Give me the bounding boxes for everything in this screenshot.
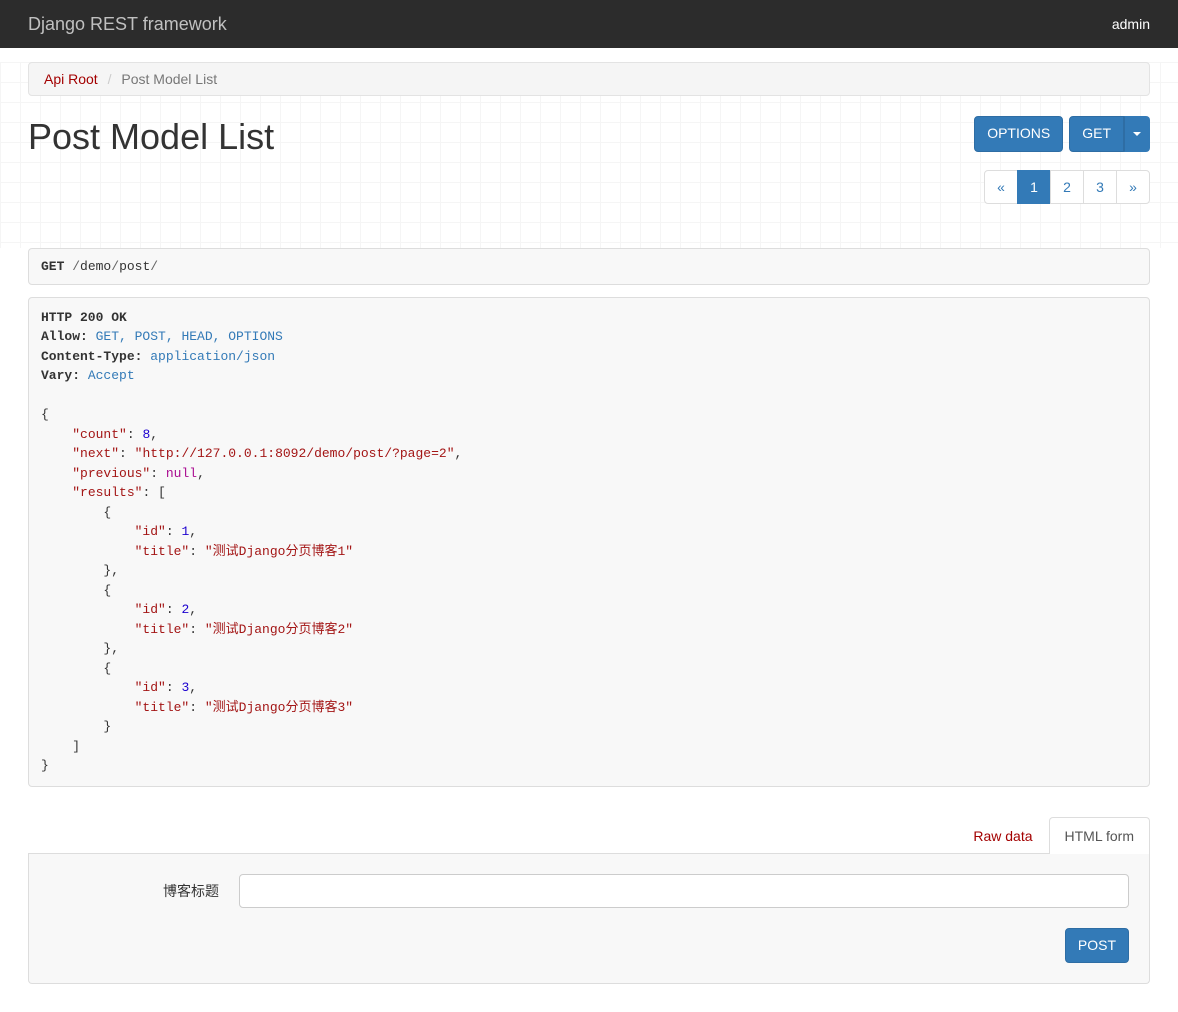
- page-1[interactable]: 1: [1017, 170, 1051, 204]
- request-method: GET: [41, 259, 64, 274]
- allow-value: GET, POST, HEAD, OPTIONS: [96, 329, 283, 344]
- title-label: 博客标题: [49, 881, 239, 901]
- form-panel: 博客标题 POST: [28, 854, 1150, 985]
- brand-link[interactable]: Django REST framework: [28, 14, 227, 35]
- chevron-down-icon: [1133, 132, 1141, 136]
- path-segment: demo: [80, 259, 111, 274]
- breadcrumb-sep: /: [102, 71, 118, 87]
- form-tabs: Raw data HTML form: [28, 817, 1150, 854]
- allow-label: Allow:: [41, 329, 88, 344]
- title-input[interactable]: [239, 874, 1129, 908]
- get-dropdown-toggle[interactable]: [1124, 116, 1150, 152]
- post-button[interactable]: POST: [1065, 928, 1129, 964]
- request-path: /demo/post/: [72, 259, 158, 274]
- user-menu[interactable]: admin: [1112, 16, 1150, 32]
- navbar: Django REST framework admin: [0, 0, 1178, 48]
- ctype-value: application/json: [150, 349, 275, 364]
- breadcrumb: Api Root / Post Model List: [28, 62, 1150, 96]
- page-3[interactable]: 3: [1083, 170, 1117, 204]
- page-2[interactable]: 2: [1050, 170, 1084, 204]
- tab-raw-data[interactable]: Raw data: [957, 817, 1048, 854]
- vary-label: Vary:: [41, 368, 80, 383]
- page-prev[interactable]: «: [984, 170, 1018, 204]
- breadcrumb-root[interactable]: Api Root: [44, 71, 98, 87]
- breadcrumb-current: Post Model List: [121, 71, 217, 87]
- get-button[interactable]: GET: [1069, 116, 1124, 152]
- path-sep: /: [72, 259, 80, 274]
- vary-value: Accept: [88, 368, 135, 383]
- response-info: HTTP 200 OK Allow: GET, POST, HEAD, OPTI…: [28, 297, 1150, 787]
- options-button[interactable]: OPTIONS: [974, 116, 1063, 152]
- tab-html-form[interactable]: HTML form: [1049, 817, 1150, 854]
- path-sep: /: [111, 259, 119, 274]
- ctype-label: Content-Type:: [41, 349, 142, 364]
- page-next[interactable]: »: [1116, 170, 1150, 204]
- path-sep: /: [150, 259, 158, 274]
- path-segment: post: [119, 259, 150, 274]
- response-body: { "count": 8, "next": "http://127.0.0.1:…: [41, 407, 462, 773]
- pagination: « 1 2 3 »: [984, 170, 1150, 204]
- page-title: Post Model List: [28, 116, 274, 158]
- response-status: HTTP 200 OK: [41, 310, 127, 325]
- request-info: GET /demo/post/: [28, 248, 1150, 285]
